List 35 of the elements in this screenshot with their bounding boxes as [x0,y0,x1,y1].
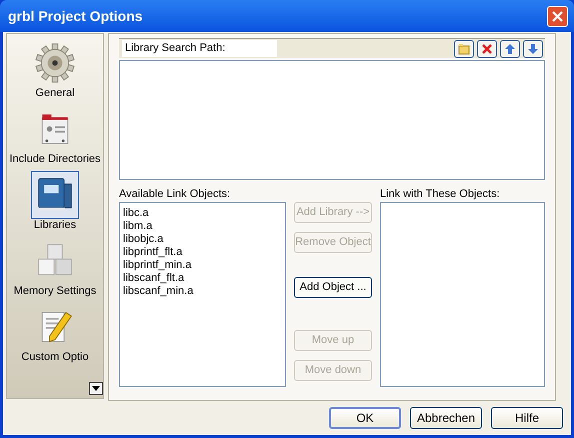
sidebar-item[interactable]: General [7,34,103,100]
close-icon [552,10,563,22]
list-item[interactable]: libprintf_min.a [123,259,282,272]
search-path-label: Library Search Path: [122,40,277,57]
sidebar-item[interactable]: Libraries [7,166,103,232]
list-item[interactable]: libobjc.a [123,233,282,246]
list-item[interactable]: libc.a [123,207,282,220]
gear-icon [35,43,75,83]
delete-icon [481,42,493,54]
list-item[interactable]: libscanf_flt.a [123,272,282,285]
move-up-button[interactable] [500,40,520,58]
close-button[interactable] [547,6,568,26]
linked-objects-list[interactable] [380,202,545,387]
list-item[interactable]: libscanf_min.a [123,285,282,298]
list-item[interactable]: libprintf_flt.a [123,246,282,259]
folder-icon [458,42,470,54]
available-objects-label: Available Link Objects: [119,187,232,200]
dialog-button[interactable]: OK [329,407,401,429]
linked-objects-label: Link with These Objects: [380,187,501,200]
scroll-down-button[interactable] [89,382,103,395]
move-down-button[interactable] [523,40,543,58]
action-button[interactable]: Add Object ... [294,277,372,298]
folder-button[interactable] [454,40,474,58]
move-down-icon [527,42,539,54]
delete-button[interactable] [477,40,497,58]
dialog-button[interactable]: Hilfe [491,407,563,429]
sidebar-item[interactable]: Custom Optio [7,298,103,364]
sidebar-item[interactable]: Include Directories [7,100,103,166]
search-path-list[interactable] [119,60,545,180]
caret-down-icon [92,386,100,391]
move-up-icon [504,42,516,54]
dialog-button[interactable]: Abbrechen [410,407,482,429]
window-title: grbl Project Options [8,6,143,26]
sidebar-item[interactable]: Memory Settings [7,232,103,298]
list-item[interactable]: libm.a [123,220,282,233]
